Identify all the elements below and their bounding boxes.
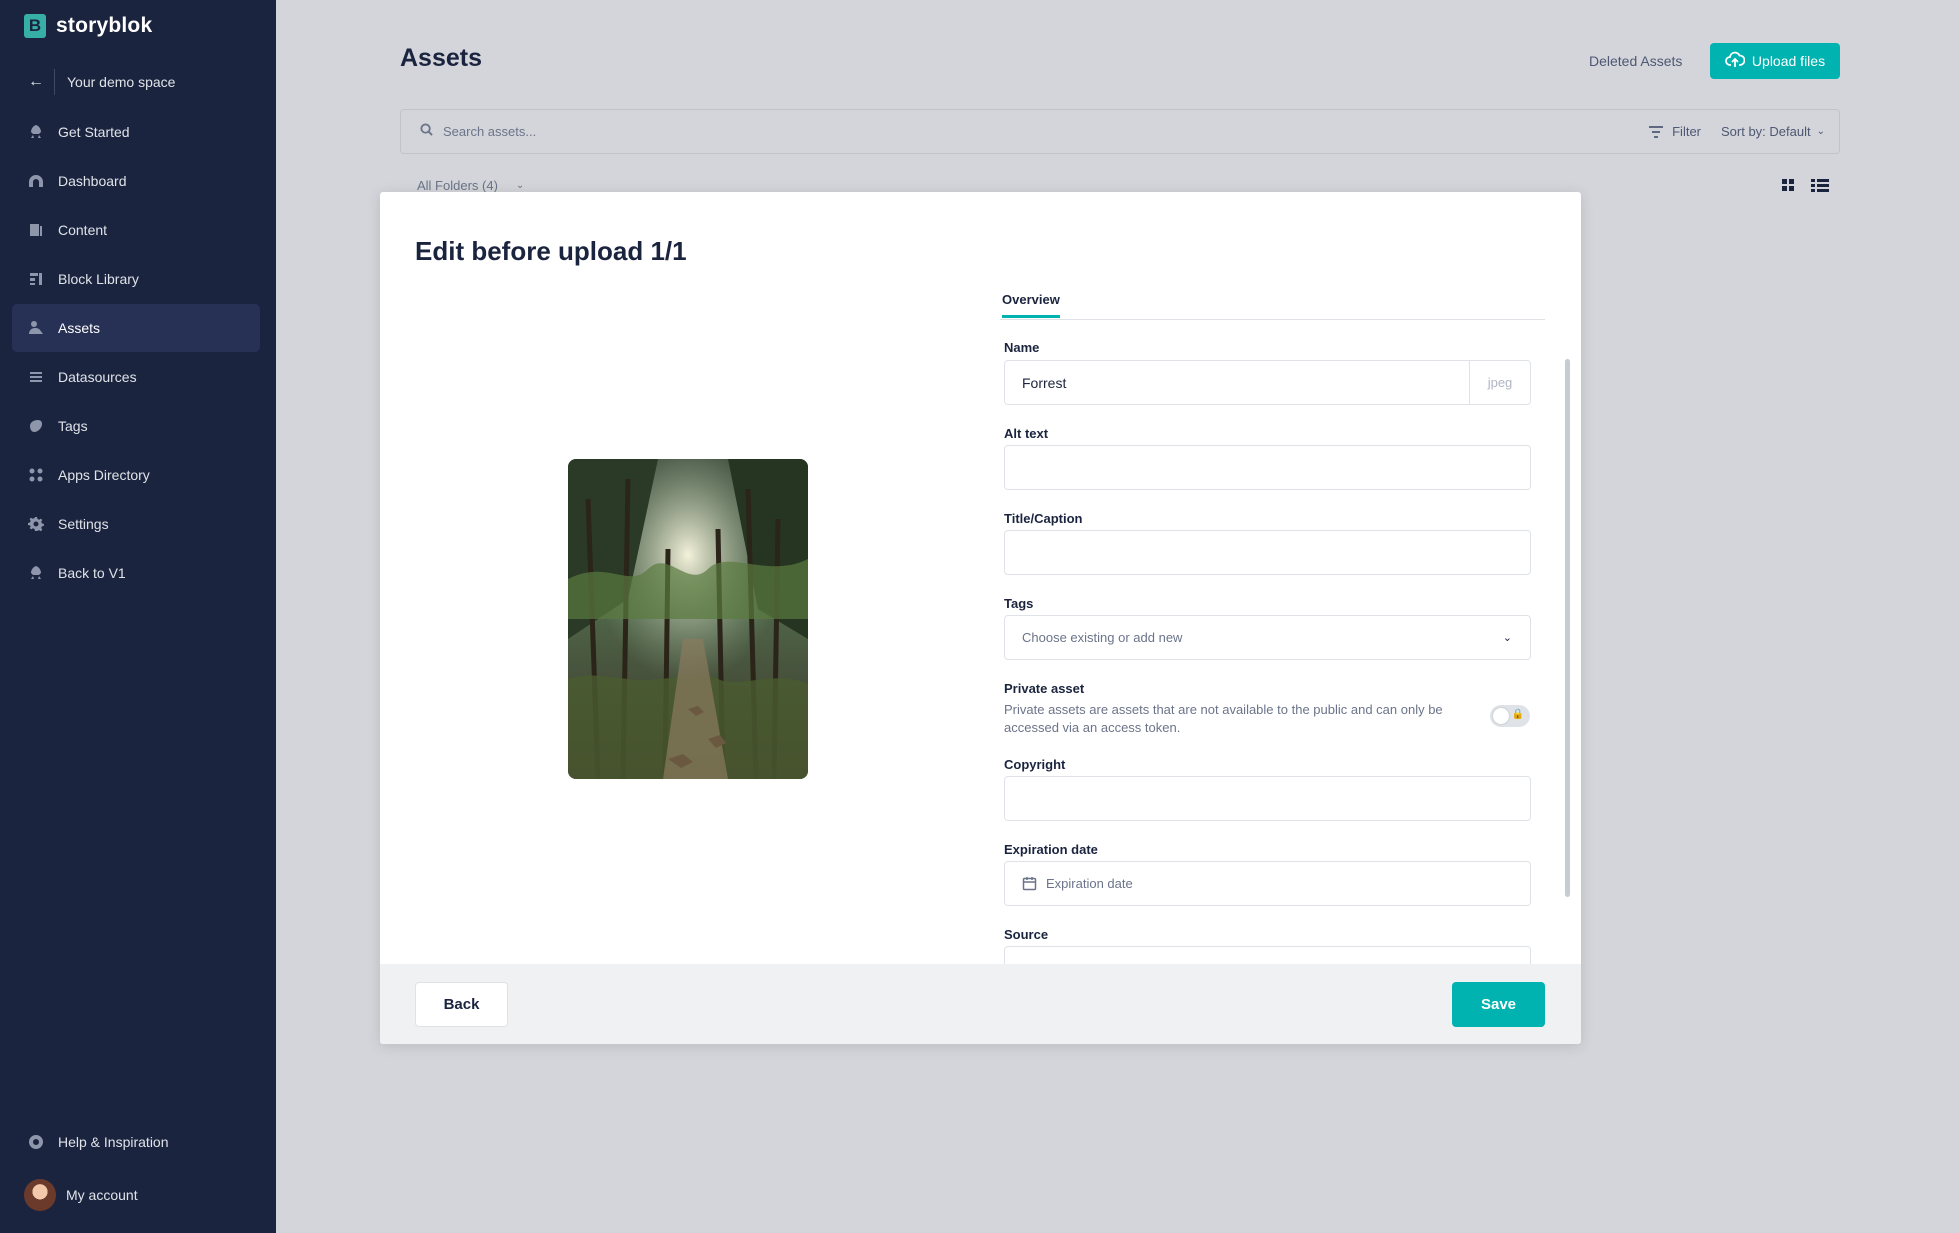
sidebar-item-datasources[interactable]: Datasources <box>12 353 260 401</box>
list-view-icon[interactable] <box>1811 178 1829 192</box>
toggle-knob <box>1493 708 1509 724</box>
copyright-label: Copyright <box>1004 757 1066 772</box>
assets-icon <box>26 318 46 338</box>
sidebar-item-label: Settings <box>58 516 109 532</box>
search-bar: Search assets... Filter Sort by: Default… <box>400 109 1840 154</box>
datasources-icon <box>26 367 46 387</box>
sidebar-item-get-started[interactable]: Get Started <box>12 108 260 156</box>
avatar <box>24 1179 56 1211</box>
alt-text-label: Alt text <box>1004 426 1049 441</box>
search-input[interactable]: Search assets... <box>443 124 1648 139</box>
rocket-icon <box>26 122 46 142</box>
tags-select[interactable]: Choose existing or add new ⌄ <box>1004 615 1531 660</box>
sidebar-item-label: Get Started <box>58 124 130 140</box>
sidebar-item-label: Datasources <box>58 369 137 385</box>
help-inspiration-link[interactable]: Help & Inspiration <box>12 1118 260 1166</box>
account-label: My account <box>66 1187 138 1203</box>
modal-tabs: Overview <box>1000 292 1545 320</box>
sidebar-item-dashboard[interactable]: Dashboard <box>12 157 260 205</box>
modal-footer: Back Save <box>380 964 1581 1044</box>
copyright-field[interactable] <box>1004 776 1531 821</box>
sidebar-item-settings[interactable]: Settings <box>12 500 260 548</box>
sidebar-item-apps-directory[interactable]: Apps Directory <box>12 451 260 499</box>
filter-icon <box>1649 125 1664 138</box>
alt-text-field[interactable] <box>1004 445 1531 490</box>
sidebar-item-label: Back to V1 <box>58 565 126 581</box>
sidebar-item-label: Block Library <box>58 271 139 287</box>
expiration-placeholder: Expiration date <box>1046 876 1133 891</box>
tags-label: Tags <box>1004 596 1034 611</box>
save-button[interactable]: Save <box>1452 982 1545 1027</box>
source-label: Source <box>1004 927 1049 942</box>
private-asset-description: Private assets are assets that are not a… <box>1004 702 1443 735</box>
space-name: Your demo space <box>67 74 176 90</box>
storyblok-logo-icon: B <box>24 14 46 38</box>
expiration-date-field[interactable]: Expiration date <box>1004 861 1531 906</box>
tab-overview[interactable]: Overview <box>1002 292 1060 318</box>
chevron-down-icon: ⌄ <box>1816 126 1825 137</box>
upload-files-button[interactable]: Upload files <box>1710 43 1840 79</box>
help-label: Help & Inspiration <box>58 1134 169 1150</box>
arrow-left-icon: ← <box>28 73 44 90</box>
divider <box>54 69 55 95</box>
my-account-link[interactable]: My account <box>12 1171 260 1219</box>
sidebar-item-tags[interactable]: Tags <box>12 402 260 450</box>
lock-icon: 🔒 <box>1511 709 1524 720</box>
filter-label: Filter <box>1672 124 1701 139</box>
sidebar-item-back-to-v1[interactable]: Back to V1 <box>12 549 260 597</box>
search-icon <box>420 122 433 141</box>
sort-label: Sort by: Default <box>1721 124 1811 139</box>
sidebar-item-block-library[interactable]: Block Library <box>12 255 260 303</box>
chevron-down-icon: ⌄ <box>515 180 525 191</box>
view-toggle <box>1781 178 1829 192</box>
sort-dropdown[interactable]: Sort by: Default ⌄ <box>1721 124 1825 139</box>
folders-label: All Folders (4) <box>417 178 498 193</box>
title-caption-field[interactable] <box>1004 530 1531 575</box>
expiration-date-label: Expiration date <box>1004 842 1098 857</box>
gear-icon <box>26 514 46 534</box>
private-asset-toggle[interactable]: 🔒 <box>1490 705 1530 727</box>
form-scrollbar[interactable] <box>1565 359 1570 897</box>
file-extension: jpeg <box>1469 361 1530 404</box>
chevron-down-icon: ⌄ <box>1502 632 1512 644</box>
modal-title: Edit before upload 1/1 <box>415 236 687 266</box>
folders-dropdown[interactable]: All Folders (4) ⌄ <box>417 178 524 193</box>
title-caption-label: Title/Caption <box>1004 511 1083 526</box>
back-button[interactable]: Back <box>415 982 508 1027</box>
filter-button[interactable]: Filter <box>1648 124 1701 139</box>
sidebar-item-label: Content <box>58 222 108 238</box>
calendar-icon <box>1022 877 1037 891</box>
sidebar-item-label: Assets <box>58 320 101 336</box>
brand-name: storyblok <box>56 14 153 37</box>
tags-placeholder: Choose existing or add new <box>1022 630 1183 645</box>
dashboard-icon <box>26 171 46 191</box>
apps-icon <box>26 465 46 485</box>
tag-icon <box>26 416 46 436</box>
back-to-space-link[interactable]: ← Your demo space <box>12 64 260 100</box>
sidebar-item-label: Apps Directory <box>58 467 150 483</box>
sidebar-item-label: Tags <box>58 418 88 434</box>
upload-files-label: Upload files <box>1751 53 1826 69</box>
deleted-assets-link[interactable]: Deleted Assets <box>1589 53 1682 69</box>
name-field[interactable]: Forrest jpeg <box>1004 360 1531 405</box>
sidebar-item-content[interactable]: Content <box>12 206 260 254</box>
lifebuoy-icon <box>26 1132 46 1152</box>
page-title: Assets <box>400 44 482 72</box>
private-asset-label: Private asset <box>1004 681 1085 696</box>
asset-preview-image <box>568 459 808 779</box>
sidebar: B storyblok ← Your demo space Get Starte… <box>0 0 276 1233</box>
storyblok-logo[interactable]: B storyblok <box>24 14 152 38</box>
sidebar-item-label: Dashboard <box>58 173 127 189</box>
name-value: Forrest <box>1022 374 1067 391</box>
content-icon <box>26 220 46 240</box>
grid-view-icon[interactable] <box>1781 178 1795 192</box>
edit-before-upload-modal: Edit before upload 1/1 Overview Name For… <box>380 192 1581 1044</box>
block-icon <box>26 269 46 289</box>
name-label: Name <box>1004 340 1040 355</box>
cloud-upload-icon <box>1725 50 1746 73</box>
sidebar-item-assets[interactable]: Assets <box>12 304 260 352</box>
rocket-icon <box>26 563 46 583</box>
